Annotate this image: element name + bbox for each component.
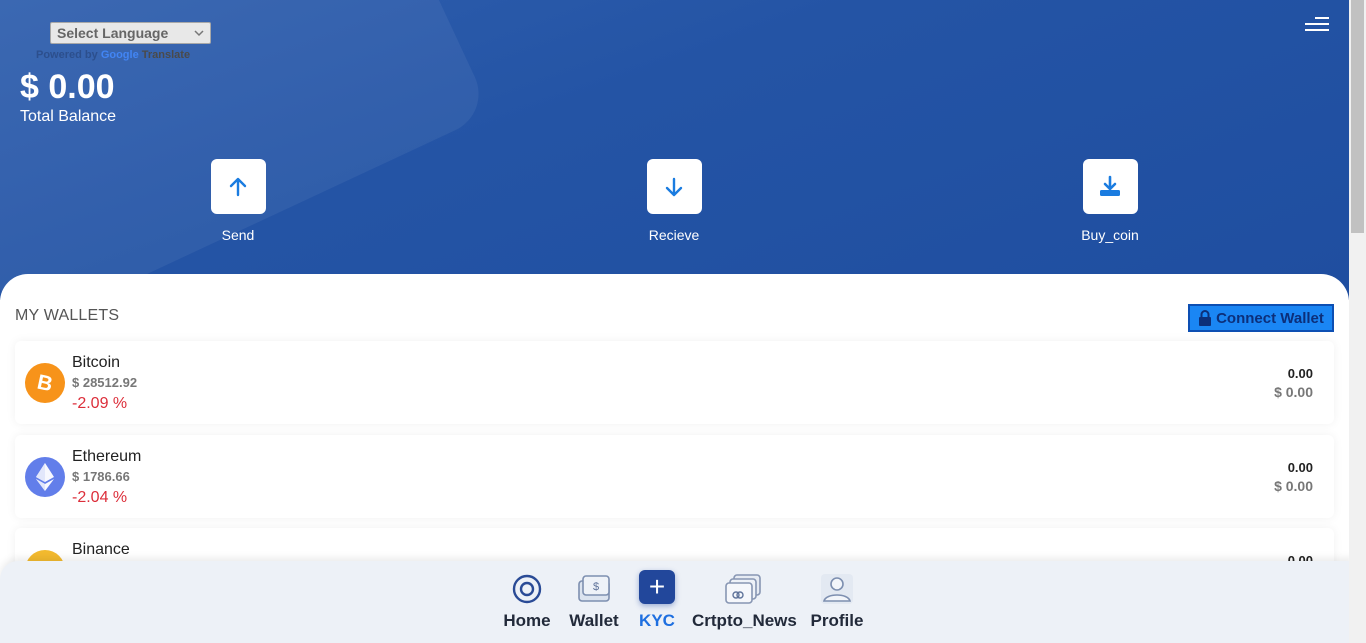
coin-name: Ethereum [72, 448, 142, 465]
connect-wallet-button[interactable]: Connect Wallet [1188, 304, 1334, 332]
hamburger-menu-icon[interactable] [1305, 14, 1329, 36]
section-title: MY WALLETS [15, 307, 120, 324]
wallet-card-ethereum[interactable]: Ethereum $ 1786.66 -2.04 % 0.00 $ 0.00 [15, 435, 1334, 518]
arrow-down-icon [665, 177, 683, 196]
receive-button[interactable]: Recieve [629, 159, 719, 243]
user-icon [821, 574, 853, 604]
nav-kyc-label: KYC [639, 611, 675, 630]
coin-amount: 0.00 [1287, 460, 1313, 475]
scrollbar-thumb[interactable] [1351, 0, 1364, 233]
arrow-up-icon [229, 177, 247, 196]
connect-wallet-label: Connect Wallet [1216, 309, 1324, 327]
chevron-down-icon [194, 30, 204, 37]
nav-crypto-news-label: Crtpto_News [692, 611, 797, 630]
wallet-icon: $ [578, 575, 610, 602]
header-section: Select Language Powered by Google Transl… [0, 0, 1349, 300]
google-logo: Google [100, 49, 139, 61]
coin-usd-value: $ 0.00 [1274, 478, 1313, 494]
send-label: Send [221, 227, 255, 243]
svg-text:$: $ [593, 581, 599, 593]
nav-wallet-label: Wallet [569, 611, 619, 630]
total-balance-label: Total Balance [20, 108, 117, 125]
receive-label: Recieve [648, 227, 700, 243]
total-balance-amount: $ 0.00 [20, 68, 115, 106]
coin-usd-value: $ 0.00 [1274, 384, 1313, 400]
coin-price: $ 1786.66 [72, 469, 130, 484]
language-select[interactable]: Select Language [50, 22, 211, 44]
page-scrollbar[interactable] [1349, 0, 1366, 643]
bitcoin-icon: B [25, 363, 65, 403]
coin-amount: 0.00 [1287, 366, 1313, 381]
language-select-label: Select Language [57, 25, 169, 41]
nav-wallet[interactable]: $ Wallet [566, 571, 622, 631]
home-icon [512, 574, 542, 604]
send-button[interactable]: Send [193, 159, 283, 243]
nav-profile[interactable]: Profile [810, 571, 864, 631]
cards-icon [725, 574, 761, 604]
google-translate-credit: Powered by Google Translate [36, 49, 191, 61]
wallet-card-bitcoin[interactable]: B Bitcoin $ 28512.92 -2.09 % 0.00 $ 0.00 [15, 341, 1334, 424]
nav-kyc[interactable]: + KYC [636, 570, 678, 631]
download-icon [1100, 175, 1120, 196]
nav-home[interactable]: Home [502, 571, 552, 631]
coin-price: $ 28512.92 [72, 375, 138, 390]
coin-change: -2.09 % [72, 395, 128, 412]
nav-home-label: Home [503, 611, 551, 630]
ethereum-icon [25, 457, 65, 497]
coin-name: Binance [72, 541, 130, 558]
bottom-navigation: Home $ Wallet + KYC Crtpto_News Profile [0, 561, 1366, 643]
nav-profile-label: Profile [810, 611, 864, 630]
lock-icon [1199, 310, 1212, 326]
buy-coin-label: Buy_coin [1081, 227, 1139, 243]
nav-crypto-news[interactable]: Crtpto_News [692, 571, 797, 631]
coin-name: Bitcoin [72, 354, 121, 371]
svg-text:B: B [35, 371, 55, 395]
plus-icon: + [639, 570, 675, 604]
buy-coin-button[interactable]: Buy_coin [1065, 159, 1155, 243]
coin-change: -2.04 % [72, 489, 128, 506]
